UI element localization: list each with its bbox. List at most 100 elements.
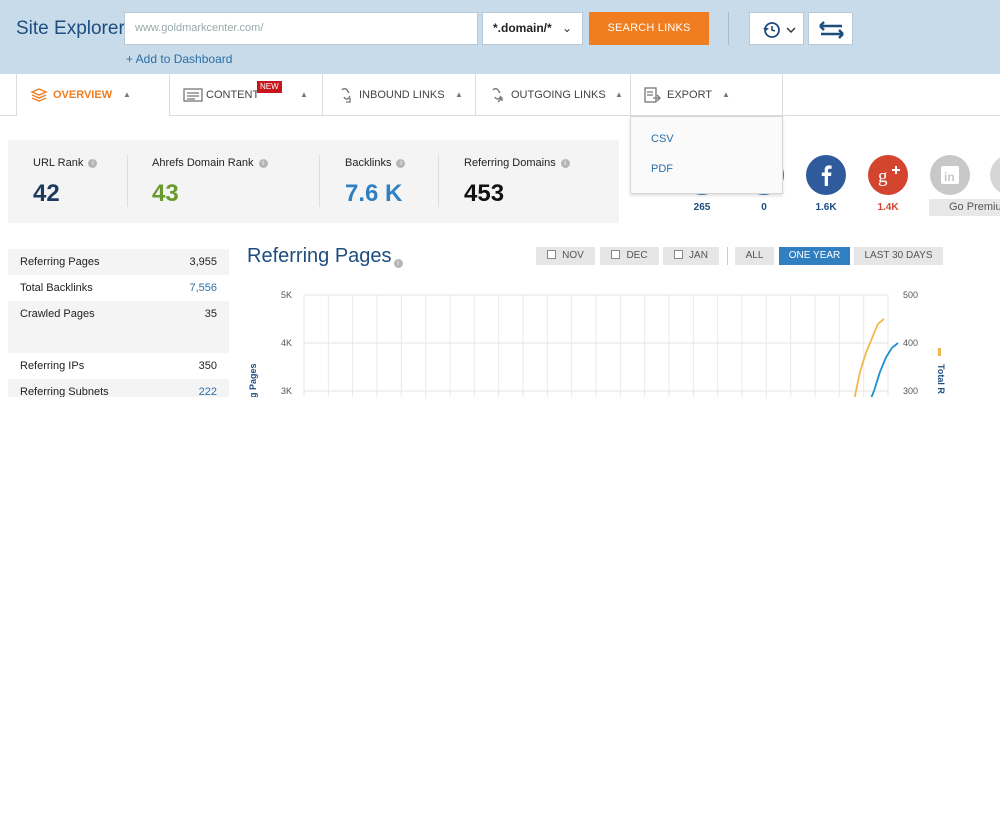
info-icon[interactable]: i <box>393 259 403 268</box>
url-input[interactable]: www.goldmarkcenter.com/ <box>124 12 478 45</box>
metric-url-rank: URL Rank i 42 <box>8 140 127 223</box>
chart-lines <box>853 318 899 397</box>
range-all[interactable]: ALL <box>735 247 774 265</box>
table-row: Crawled Pages 35 <box>8 301 229 327</box>
search-links-button[interactable]: SEARCH LINKS <box>589 12 709 45</box>
metric-value: 453 <box>464 180 505 207</box>
table-row: Referring IPs 350 <box>8 353 229 379</box>
export-dropdown: CSV PDF <box>630 116 783 194</box>
metrics-panel: URL Rank i 42 Ahrefs Domain Rank i 43 Back… <box>8 140 619 223</box>
period-label: DEC <box>626 250 648 261</box>
mode-select-value: *.domain/* <box>493 21 552 35</box>
tab-overview-label: OVERVIEW <box>53 89 113 101</box>
series-line-0 <box>853 318 885 397</box>
caret-up-icon: ▲ <box>615 90 623 99</box>
history-icon <box>763 22 796 38</box>
y-axis-label: g Pages <box>248 363 258 397</box>
layers-icon <box>30 88 48 102</box>
period-label: NOV <box>562 250 584 261</box>
header-divider <box>728 12 729 45</box>
info-icon[interactable]: i <box>88 159 98 168</box>
go-premium-button[interactable]: Go Premiu <box>929 199 1000 216</box>
table-row: Referring Subnets 222 <box>8 379 229 397</box>
inbound-links-icon <box>341 88 351 103</box>
range-last-30-days[interactable]: LAST 30 DAYS <box>854 247 943 265</box>
history-button[interactable] <box>749 12 804 45</box>
caret-up-icon: ▲ <box>123 90 131 99</box>
checkbox[interactable] <box>611 250 621 259</box>
metric-label: Referring Domains <box>464 157 556 169</box>
table-row: Referring Pages 3,955 <box>8 249 229 275</box>
tab-outgoing-links[interactable]: OUTGOING LINKS ▲ <box>476 74 631 116</box>
more-social-icon[interactable] <box>990 155 1000 195</box>
y2-tick-label: 300 <box>903 386 918 396</box>
mode-select[interactable]: *.domain/* ⌄ <box>482 12 583 45</box>
metric-value: 42 <box>33 180 60 207</box>
info-icon[interactable]: i <box>258 159 268 168</box>
y2-tick-label: 500 <box>903 290 918 300</box>
google-plus-icon[interactable]: g <box>868 155 908 195</box>
period-nov[interactable]: NOV <box>536 247 595 265</box>
stat-value-link[interactable]: 7,556 <box>189 282 217 294</box>
metric-domain-rank: Ahrefs Domain Rank i 43 <box>127 140 320 223</box>
info-icon[interactable]: i <box>396 159 406 168</box>
y2-axis-marker <box>938 348 941 356</box>
tab-content-label: CONTENT <box>206 89 260 101</box>
metric-backlinks: Backlinks i 7.6 K <box>320 140 439 223</box>
metric-label: Ahrefs Domain Rank <box>152 157 254 169</box>
social-count: 1.6K <box>815 202 837 213</box>
facebook-icon[interactable] <box>806 155 846 195</box>
site-explorer-title: Site Explorer: <box>16 18 131 39</box>
compare-button[interactable] <box>808 12 853 45</box>
export-pdf-option[interactable]: PDF <box>651 163 673 175</box>
swap-arrows-icon <box>819 21 844 39</box>
main-nav: OVERVIEW ▲ CONTENT ▲ INBOUND LINKS ▲ OUT… <box>0 74 1000 116</box>
stat-value: 35 <box>204 308 217 320</box>
svg-text:in: in <box>944 170 955 184</box>
y2-tick-label: 400 <box>903 338 918 348</box>
metric-value: 7.6 K <box>345 180 403 207</box>
checkbox[interactable] <box>674 250 684 259</box>
info-icon[interactable]: i <box>560 159 570 168</box>
tab-overview[interactable]: OVERVIEW ▲ <box>16 74 170 116</box>
export-icon <box>644 87 661 103</box>
tab-export[interactable]: EXPORT ▲ <box>631 74 783 116</box>
add-to-dashboard-link[interactable]: + Add to Dashboard <box>126 52 232 66</box>
stat-label: Referring Subnets <box>20 386 109 397</box>
stat-value-link[interactable]: 222 <box>199 386 217 397</box>
tab-content[interactable]: CONTENT ▲ <box>170 74 323 116</box>
series-line-1 <box>870 342 899 397</box>
tab-export-label: EXPORT <box>667 89 713 101</box>
range-one-year[interactable]: ONE YEAR <box>779 247 850 265</box>
metric-referring-domains: Referring Domains i 453 <box>439 140 619 223</box>
y-tick-label: 5K <box>281 290 292 300</box>
caret-up-icon: ▲ <box>722 90 730 99</box>
linkedin-glyph: in <box>941 166 959 184</box>
google-plus-glyph: g <box>878 166 900 187</box>
metric-value: 43 <box>152 180 179 207</box>
period-divider <box>727 247 728 265</box>
table-row: Total Backlinks 7,556 <box>8 275 229 301</box>
stat-value: 350 <box>198 360 217 372</box>
metric-label: URL Rank <box>33 157 84 169</box>
export-csv-option[interactable]: CSV <box>651 133 674 145</box>
y2-axis-label: Total R <box>936 364 946 394</box>
tab-inbound-links[interactable]: INBOUND LINKS ▲ <box>323 74 476 116</box>
linkedin-icon[interactable]: in <box>930 155 970 195</box>
period-dec[interactable]: DEC <box>600 247 659 265</box>
svg-text:g: g <box>878 166 888 187</box>
stat-label: Crawled Pages <box>20 308 95 320</box>
stat-label: Referring Pages <box>20 256 100 268</box>
content-icon <box>183 88 203 102</box>
period-jan[interactable]: JAN <box>663 247 719 265</box>
chart-grid <box>303 294 889 397</box>
caret-up-icon: ▲ <box>455 90 463 99</box>
tab-outgoing-links-label: OUTGOING LINKS <box>511 89 606 101</box>
chevron-down-icon: ⌄ <box>561 21 572 35</box>
social-count: 0 <box>761 202 767 213</box>
referring-pages-chart: 5K 4K 3K 500 400 300 g Pages Total R <box>248 290 946 397</box>
stat-label: Referring IPs <box>20 360 85 372</box>
outgoing-links-icon <box>492 88 503 103</box>
chart-title: Referring Pages i <box>247 245 403 268</box>
checkbox[interactable] <box>547 250 557 259</box>
